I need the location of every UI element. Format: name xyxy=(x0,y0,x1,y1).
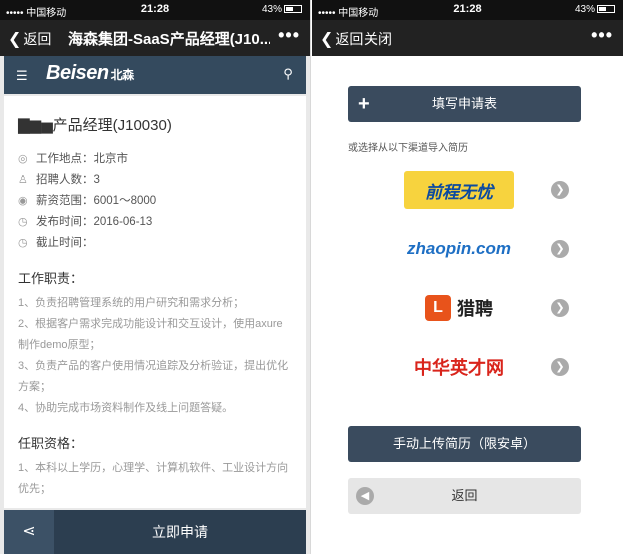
job-title: ▇▆▅产品经理(J10030) xyxy=(18,117,172,134)
clock-icon: ◷ xyxy=(18,216,28,228)
duties-heading: 工作职责： xyxy=(18,271,84,286)
nav-bar: ❮ 返回 关闭 ••• xyxy=(312,20,623,56)
info-row-location: ◎ 工作地点：北京市 xyxy=(18,149,292,170)
requirements-heading: 任职资格： xyxy=(18,436,84,451)
location-icon: ◎ xyxy=(18,153,28,165)
channel-51job[interactable]: 前程无忧 ❯ xyxy=(348,163,581,217)
more-menu-button[interactable]: ••• xyxy=(278,25,300,46)
duty-item: 1、负责招聘管理系统的用户研究和需求分析； xyxy=(18,297,245,309)
back-button[interactable]: ❮ 返回 xyxy=(320,29,363,49)
status-bar: ••••• 中国移动 21:28 43% xyxy=(0,0,310,20)
channel-chinahr[interactable]: 中华英才网 ❯ xyxy=(348,340,581,394)
chinahr-logo: 中华英才网 xyxy=(414,358,504,378)
close-button[interactable]: 关闭 xyxy=(364,29,392,49)
status-bar: ••••• 中国移动 21:28 43% xyxy=(312,0,623,20)
chevron-right-icon: ❯ xyxy=(551,240,569,258)
51job-logo: 前程无忧 xyxy=(404,171,514,209)
duty-item: 2、根据客户需求完成功能设计和交互设计，使用axure制作demo原型； xyxy=(18,318,283,351)
brand-logo: Beisen 北森 xyxy=(46,62,134,84)
chevron-left-icon: ❮ xyxy=(8,31,22,48)
info-row-publish-date: ◷ 发布时间：2016-06-13 xyxy=(18,212,292,233)
battery-icon xyxy=(597,5,615,14)
right-phone-screen: ••••• 中国移动 21:28 43% ❮ 返回 关闭 ••• + 填写申请表 … xyxy=(312,0,623,554)
apply-button[interactable]: 立即申请 xyxy=(54,510,306,554)
duty-item: 4、协助完成市场资料制作及线上问题答疑。 xyxy=(18,402,234,414)
brand-header: ☰ Beisen 北森 ⚲ xyxy=(4,56,306,94)
chevron-right-icon: ❯ xyxy=(551,299,569,317)
requirement-item: 1、本科以上学历，心理学、计算机软件、工业设计方向优先； xyxy=(18,462,289,495)
people-icon: ♙ xyxy=(18,174,28,186)
fill-application-button[interactable]: + 填写申请表 xyxy=(348,86,581,122)
info-row-headcount: ♙ 招聘人数：3 xyxy=(18,170,292,191)
page-title: 海森集团-SaaS产品经理(J10... xyxy=(68,31,270,48)
manual-upload-button[interactable]: 手动上传简历（限安卓） xyxy=(348,426,581,462)
job-info-list: ◎ 工作地点：北京市 ♙ 招聘人数：3 ◉ 薪资范围：6001～8000 ◷ 发布时间：… xyxy=(18,149,292,254)
duty-item: 3、负责产品的客户使用情况追踪及分析验证，提出优化方案； xyxy=(18,360,289,393)
info-row-salary: ◉ 薪资范围：6001～8000 xyxy=(18,191,292,212)
battery-icon xyxy=(284,5,302,14)
channel-zhaopin[interactable]: zhaopin.com ❯ xyxy=(348,222,581,276)
plus-icon: + xyxy=(358,93,370,115)
job-detail-card: ▇▆▅产品经理(J10030) ◎ 工作地点：北京市 ♙ 招聘人数：3 ◉ 薪资范围：… xyxy=(4,96,306,508)
left-phone-screen: ••••• 中国移动 21:28 43% ❮ 返回 海森集团-SaaS产品经理(J… xyxy=(0,0,311,554)
back-button[interactable]: ❮ 返回 xyxy=(8,29,51,49)
share-icon[interactable]: ⋖ xyxy=(4,510,54,554)
back-circle-icon: ◀ xyxy=(356,487,374,505)
channel-liepin[interactable]: L 猎聘 ❯ xyxy=(348,281,581,335)
nav-bar: ❮ 返回 海森集团-SaaS产品经理(J10... ••• xyxy=(0,20,310,56)
search-icon[interactable]: ⚲ xyxy=(278,64,298,84)
info-row-deadline: ◷ 截止时间： xyxy=(18,233,292,254)
bottom-action-bar: ⋖ 立即申请 xyxy=(4,510,306,554)
zhaopin-logo: zhaopin.com xyxy=(407,239,511,258)
battery-indicator: 43% xyxy=(575,4,615,15)
liepin-logo: L 猎聘 xyxy=(404,289,514,327)
chevron-left-icon: ❮ xyxy=(320,31,334,48)
deadline-icon: ◷ xyxy=(18,237,28,249)
menu-icon[interactable]: ☰ xyxy=(16,68,28,84)
return-button[interactable]: ◀ 返回 xyxy=(348,478,581,514)
more-menu-button[interactable]: ••• xyxy=(591,25,613,46)
chevron-right-icon: ❯ xyxy=(551,181,569,199)
money-icon: ◉ xyxy=(18,195,28,207)
chevron-right-icon: ❯ xyxy=(551,358,569,376)
battery-indicator: 43% xyxy=(262,4,302,15)
import-hint: 或选择从以下渠道导入简历 xyxy=(348,143,468,154)
